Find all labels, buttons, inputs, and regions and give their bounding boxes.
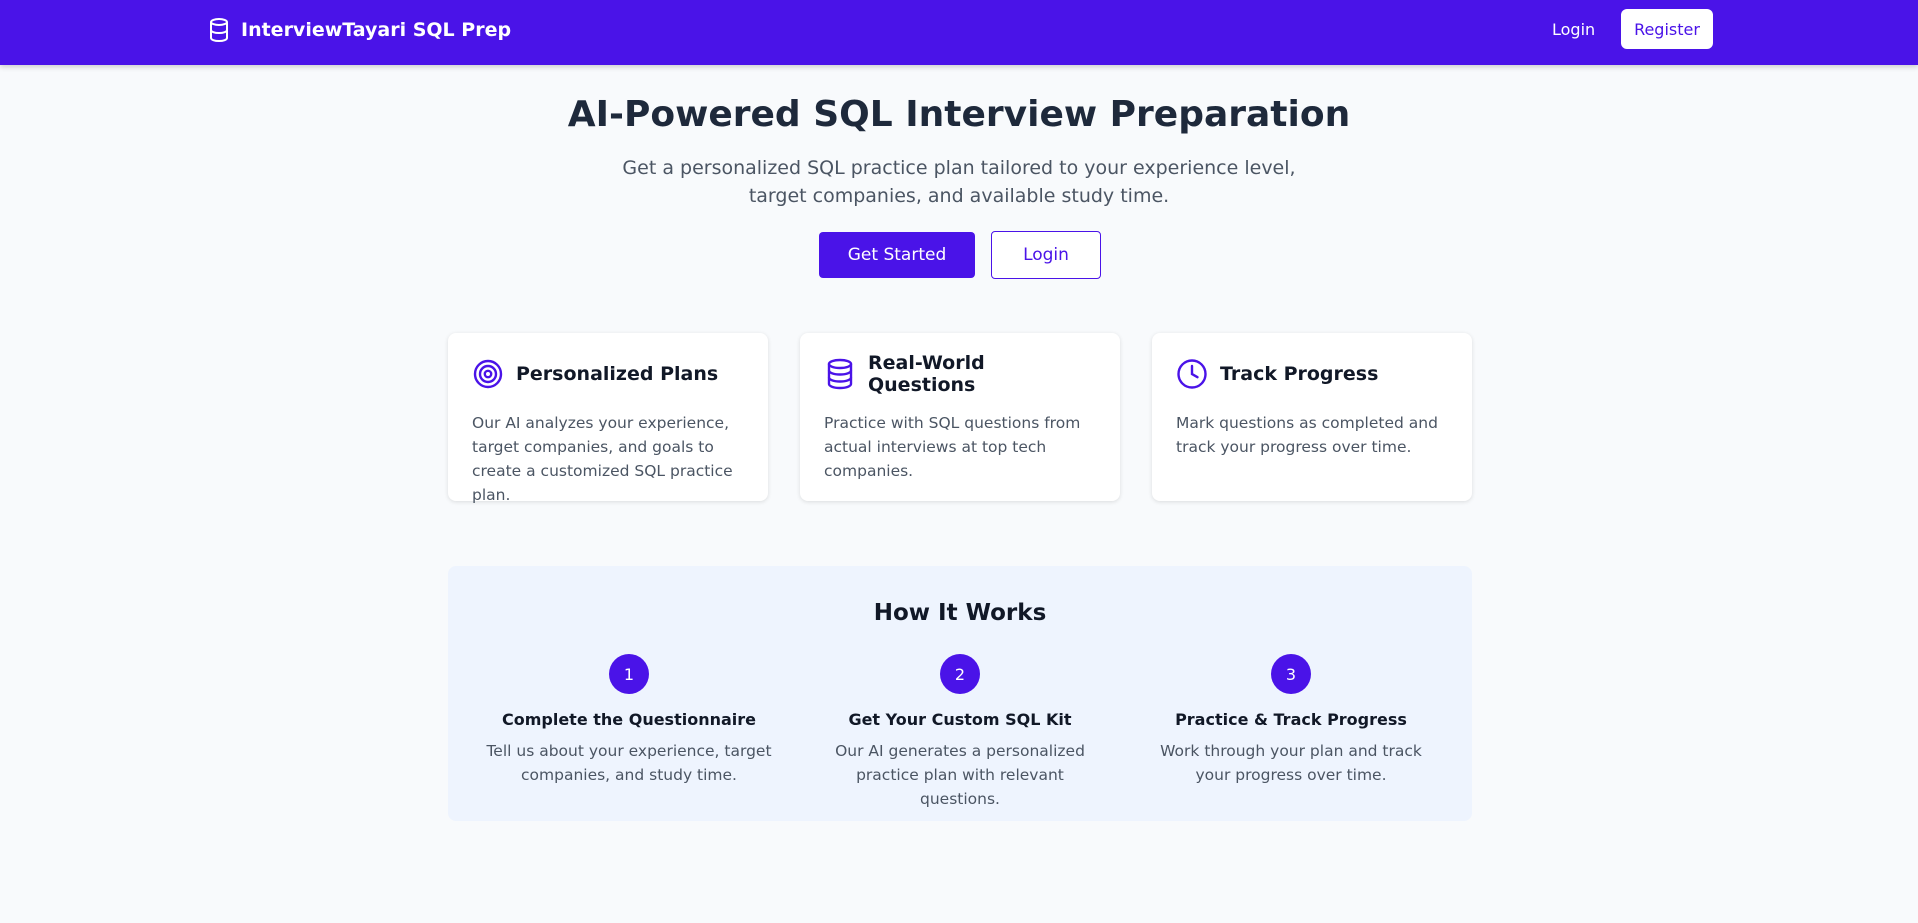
step-description: Our AI generates a personalized practice… [835,742,1085,808]
how-it-works-title: How It Works [873,600,1047,626]
feature-card-track-progress: Track Progress Mark questions as complet… [1152,333,1472,501]
brand-logo[interactable]: InterviewTayari SQL Prep [207,16,511,44]
get-started-button[interactable]: Get Started [819,232,975,278]
feature-title: Track Progress [1220,363,1379,385]
step-description: Work through your plan and track your pr… [1160,742,1422,784]
step-title: Get Your Custom SQL Kit [848,710,1072,729]
step-item: 2 Get Your Custom SQL Kit Our AI generat… [810,654,1110,811]
step-number-badge: 2 [940,654,980,694]
target-icon [472,358,504,390]
feature-description: Mark questions as completed and track yo… [1176,414,1438,456]
hero-title: AI-Powered SQL Interview Preparation [567,94,1351,135]
step-number-badge: 1 [609,654,649,694]
how-it-works-section: How It Works 1 Complete the Questionnair… [448,566,1472,821]
feature-description: Our AI analyzes your experience, target … [472,414,733,504]
hero-subtitle: Get a personalized SQL practice plan tai… [622,157,1296,207]
step-item: 1 Complete the Questionnaire Tell us abo… [479,654,779,787]
clock-icon [1176,358,1208,390]
step-number-badge: 3 [1271,654,1311,694]
step-description: Tell us about your experience, target co… [486,742,772,784]
brand-name: InterviewTayari SQL Prep [241,19,512,41]
hero-login-button[interactable]: Login [991,231,1101,279]
top-navbar: InterviewTayari SQL Prep Login Register [0,0,1918,65]
step-title: Practice & Track Progress [1175,710,1407,729]
nav-login-link[interactable]: Login [1552,18,1595,42]
feature-title: Personalized Plans [516,363,719,385]
database-icon [207,17,231,43]
step-title: Complete the Questionnaire [501,710,757,729]
database-icon [824,358,856,390]
feature-card-personalized-plans: Personalized Plans Our AI analyzes your … [448,333,768,504]
feature-description: Practice with SQL questions from actual … [824,414,1081,480]
feature-title: Real-World Questions [868,352,985,396]
feature-card-real-world-questions: Real-World Questions Practice with SQL q… [800,333,1120,501]
step-item: 3 Practice & Track Progress Work through… [1141,654,1441,787]
nav-register-button[interactable]: Register [1621,9,1713,49]
